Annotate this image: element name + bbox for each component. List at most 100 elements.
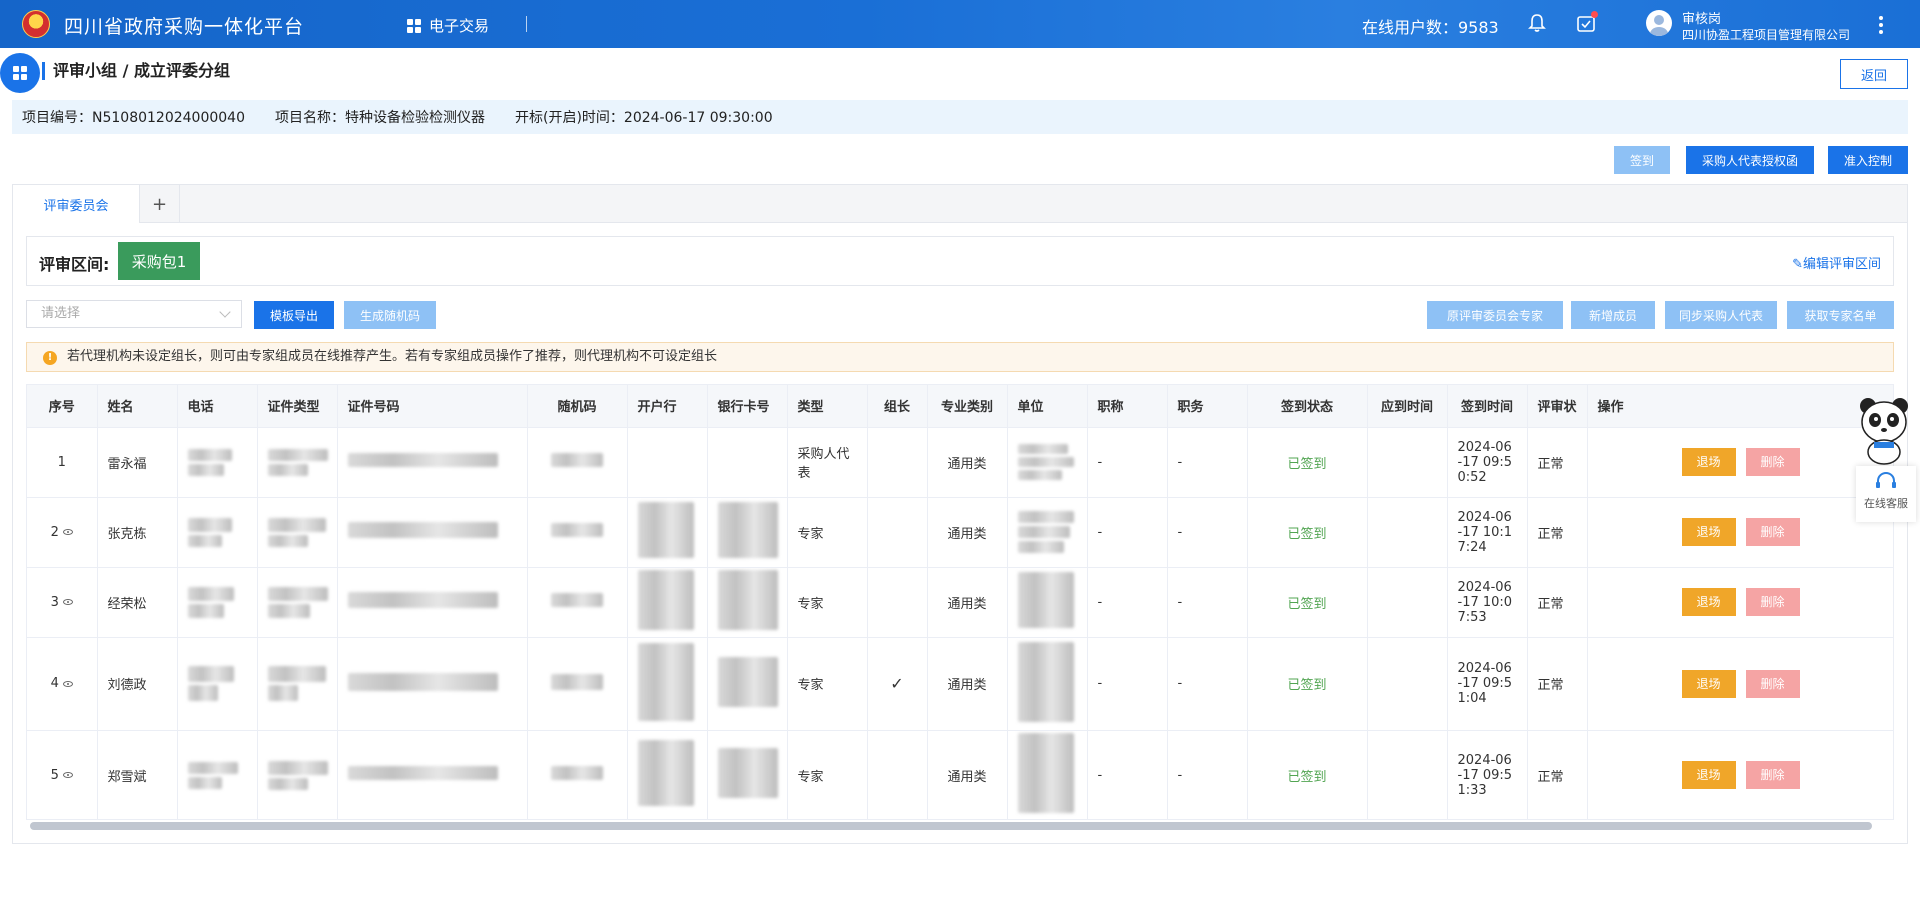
apps-icon bbox=[13, 66, 27, 80]
exit-button[interactable]: 退场 bbox=[1681, 761, 1736, 789]
cell-leader[interactable] bbox=[867, 497, 928, 568]
cell-unit-masked bbox=[1007, 427, 1088, 498]
panda-mascot-icon[interactable] bbox=[1856, 394, 1912, 466]
cell-type: 专家 bbox=[787, 497, 868, 568]
cell-unit-masked bbox=[1007, 567, 1088, 638]
exit-button[interactable]: 退场 bbox=[1681, 669, 1736, 698]
delete-button[interactable]: 删除 bbox=[1745, 518, 1800, 546]
edit-interval-label: 编辑评审区间 bbox=[1802, 257, 1881, 272]
nav-divider bbox=[526, 16, 527, 32]
sign-in-button[interactable]: 签到 bbox=[1614, 146, 1670, 174]
table-row: 2 张克栋 专家 通用类 - - 已签到 2024-06 -17 10:1 7:24… bbox=[27, 497, 1893, 568]
row-number: 2 bbox=[50, 524, 59, 540]
cell-post: - bbox=[1167, 637, 1248, 731]
cell-sign-time: 2024-06 -17 10:1 7:24 bbox=[1447, 497, 1528, 568]
cell-id-type-masked bbox=[257, 427, 338, 498]
top-header: 四川省政府采购一体化平台 电子交易 在线用户数：9583 审核岗 四川协盈工程项… bbox=[0, 0, 1920, 48]
cell-due-time bbox=[1367, 427, 1448, 498]
access-control-button[interactable]: 准入控制 bbox=[1828, 146, 1908, 174]
user-name[interactable]: 审核岗 bbox=[1682, 8, 1721, 27]
cell-bank-masked bbox=[627, 497, 708, 568]
cell-actions: 退场 删除 bbox=[1587, 637, 1893, 731]
time-line: -17 10:0 bbox=[1457, 594, 1513, 610]
cell-unit-masked bbox=[1007, 637, 1088, 731]
cell-phone-masked bbox=[177, 637, 258, 731]
type-line: 表 bbox=[797, 466, 811, 481]
cell-bank-masked bbox=[627, 567, 708, 638]
exit-button[interactable]: 退场 bbox=[1681, 518, 1736, 546]
back-button[interactable]: 返回 bbox=[1840, 59, 1908, 89]
cell-due-time bbox=[1367, 497, 1448, 568]
horizontal-scrollbar[interactable] bbox=[30, 822, 1872, 830]
cell-no: 3 bbox=[27, 567, 98, 638]
cell-category: 通用类 bbox=[927, 427, 1008, 498]
platform-title[interactable]: 四川省政府采购一体化平台 bbox=[64, 12, 304, 39]
col-header-post: 职务 bbox=[1167, 385, 1248, 428]
cell-post: - bbox=[1167, 567, 1248, 638]
cell-due-time bbox=[1367, 637, 1448, 731]
edit-interval-link[interactable]: ✎编辑评审区间 bbox=[1792, 253, 1881, 272]
cell-bank-masked bbox=[627, 427, 708, 498]
cell-leader[interactable] bbox=[867, 427, 928, 498]
cell-name: 雷永福 bbox=[97, 427, 178, 498]
eye-icon[interactable] bbox=[62, 529, 73, 535]
cell-type: 专家 bbox=[787, 730, 868, 819]
cell-id-type-masked bbox=[257, 637, 338, 731]
eye-icon[interactable] bbox=[62, 599, 73, 605]
purchaser-auth-button[interactable]: 采购人代表授权函 bbox=[1686, 146, 1814, 174]
cell-card-masked bbox=[707, 637, 788, 731]
add-member-button[interactable]: 新增成员 bbox=[1571, 301, 1655, 329]
cell-leader[interactable]: ✓ bbox=[867, 637, 928, 731]
delete-button[interactable]: 删除 bbox=[1745, 448, 1800, 476]
exit-button[interactable]: 退场 bbox=[1681, 588, 1736, 616]
eye-icon[interactable] bbox=[62, 772, 73, 778]
user-org: 四川协盈工程项目管理有限公司 bbox=[1682, 28, 1851, 42]
filter-select[interactable]: 请选择 bbox=[26, 300, 242, 328]
time-line: -17 09:5 bbox=[1457, 454, 1513, 470]
bell-icon[interactable] bbox=[1528, 13, 1546, 33]
cell-unit-masked bbox=[1007, 497, 1088, 568]
type-line: 采购人代 bbox=[797, 447, 850, 462]
message-icon[interactable] bbox=[1576, 11, 1598, 33]
template-export-button[interactable]: 模板导出 bbox=[254, 301, 334, 329]
cell-random-masked bbox=[527, 567, 628, 638]
user-avatar[interactable] bbox=[1646, 10, 1672, 36]
time-line: -17 09:5 bbox=[1457, 767, 1513, 783]
package-tag[interactable]: 采购包1 bbox=[118, 242, 200, 280]
sync-purchaser-rep-button[interactable]: 同步采购人代表 bbox=[1665, 301, 1777, 329]
tab-review-committee[interactable]: 评审委员会 bbox=[13, 185, 140, 223]
table-row: 4 刘德政 专家 ✓ 通用类 - - 已签到 2024-06 -17 09:5 1:… bbox=[27, 637, 1893, 731]
tab-add-button[interactable]: + bbox=[140, 185, 180, 223]
cell-card-masked bbox=[707, 427, 788, 498]
cell-no: 2 bbox=[27, 497, 98, 568]
original-experts-button[interactable]: 原评审委员会专家 bbox=[1427, 301, 1563, 329]
cell-type: 专家 bbox=[787, 567, 868, 638]
cell-id-number-masked bbox=[337, 637, 528, 731]
cell-phone-masked bbox=[177, 567, 258, 638]
cell-due-time bbox=[1367, 567, 1448, 638]
col-header-review-status: 评审状 bbox=[1527, 385, 1588, 428]
nav-electronic-trading[interactable]: 电子交易 bbox=[407, 15, 489, 36]
generate-random-code-button[interactable]: 生成随机码 bbox=[344, 301, 436, 329]
delete-button[interactable]: 删除 bbox=[1745, 761, 1800, 789]
customer-service-widget[interactable]: 在线客服 bbox=[1856, 466, 1916, 522]
time-line: 1:33 bbox=[1457, 782, 1487, 798]
get-expert-list-button[interactable]: 获取专家名单 bbox=[1787, 301, 1894, 329]
cell-leader[interactable] bbox=[867, 730, 928, 819]
delete-button[interactable]: 删除 bbox=[1745, 669, 1800, 698]
more-menu-icon[interactable] bbox=[1878, 14, 1884, 34]
cell-leader[interactable] bbox=[867, 567, 928, 638]
grid-icon bbox=[407, 18, 421, 33]
eye-icon[interactable] bbox=[62, 680, 73, 687]
cell-name: 刘德政 bbox=[97, 637, 178, 731]
cell-card-masked bbox=[707, 567, 788, 638]
exit-button[interactable]: 退场 bbox=[1681, 448, 1736, 476]
cell-id-type-masked bbox=[257, 497, 338, 568]
cell-review-status: 正常 bbox=[1527, 637, 1588, 731]
col-header-name: 姓名 bbox=[97, 385, 178, 428]
delete-button[interactable]: 删除 bbox=[1745, 588, 1800, 616]
time-line: 2024-06 bbox=[1457, 509, 1512, 525]
app-menu-button[interactable] bbox=[0, 53, 40, 93]
tab-strip: 评审委员会 + bbox=[13, 185, 1907, 223]
cell-actions: 退场 删除 bbox=[1587, 730, 1893, 819]
